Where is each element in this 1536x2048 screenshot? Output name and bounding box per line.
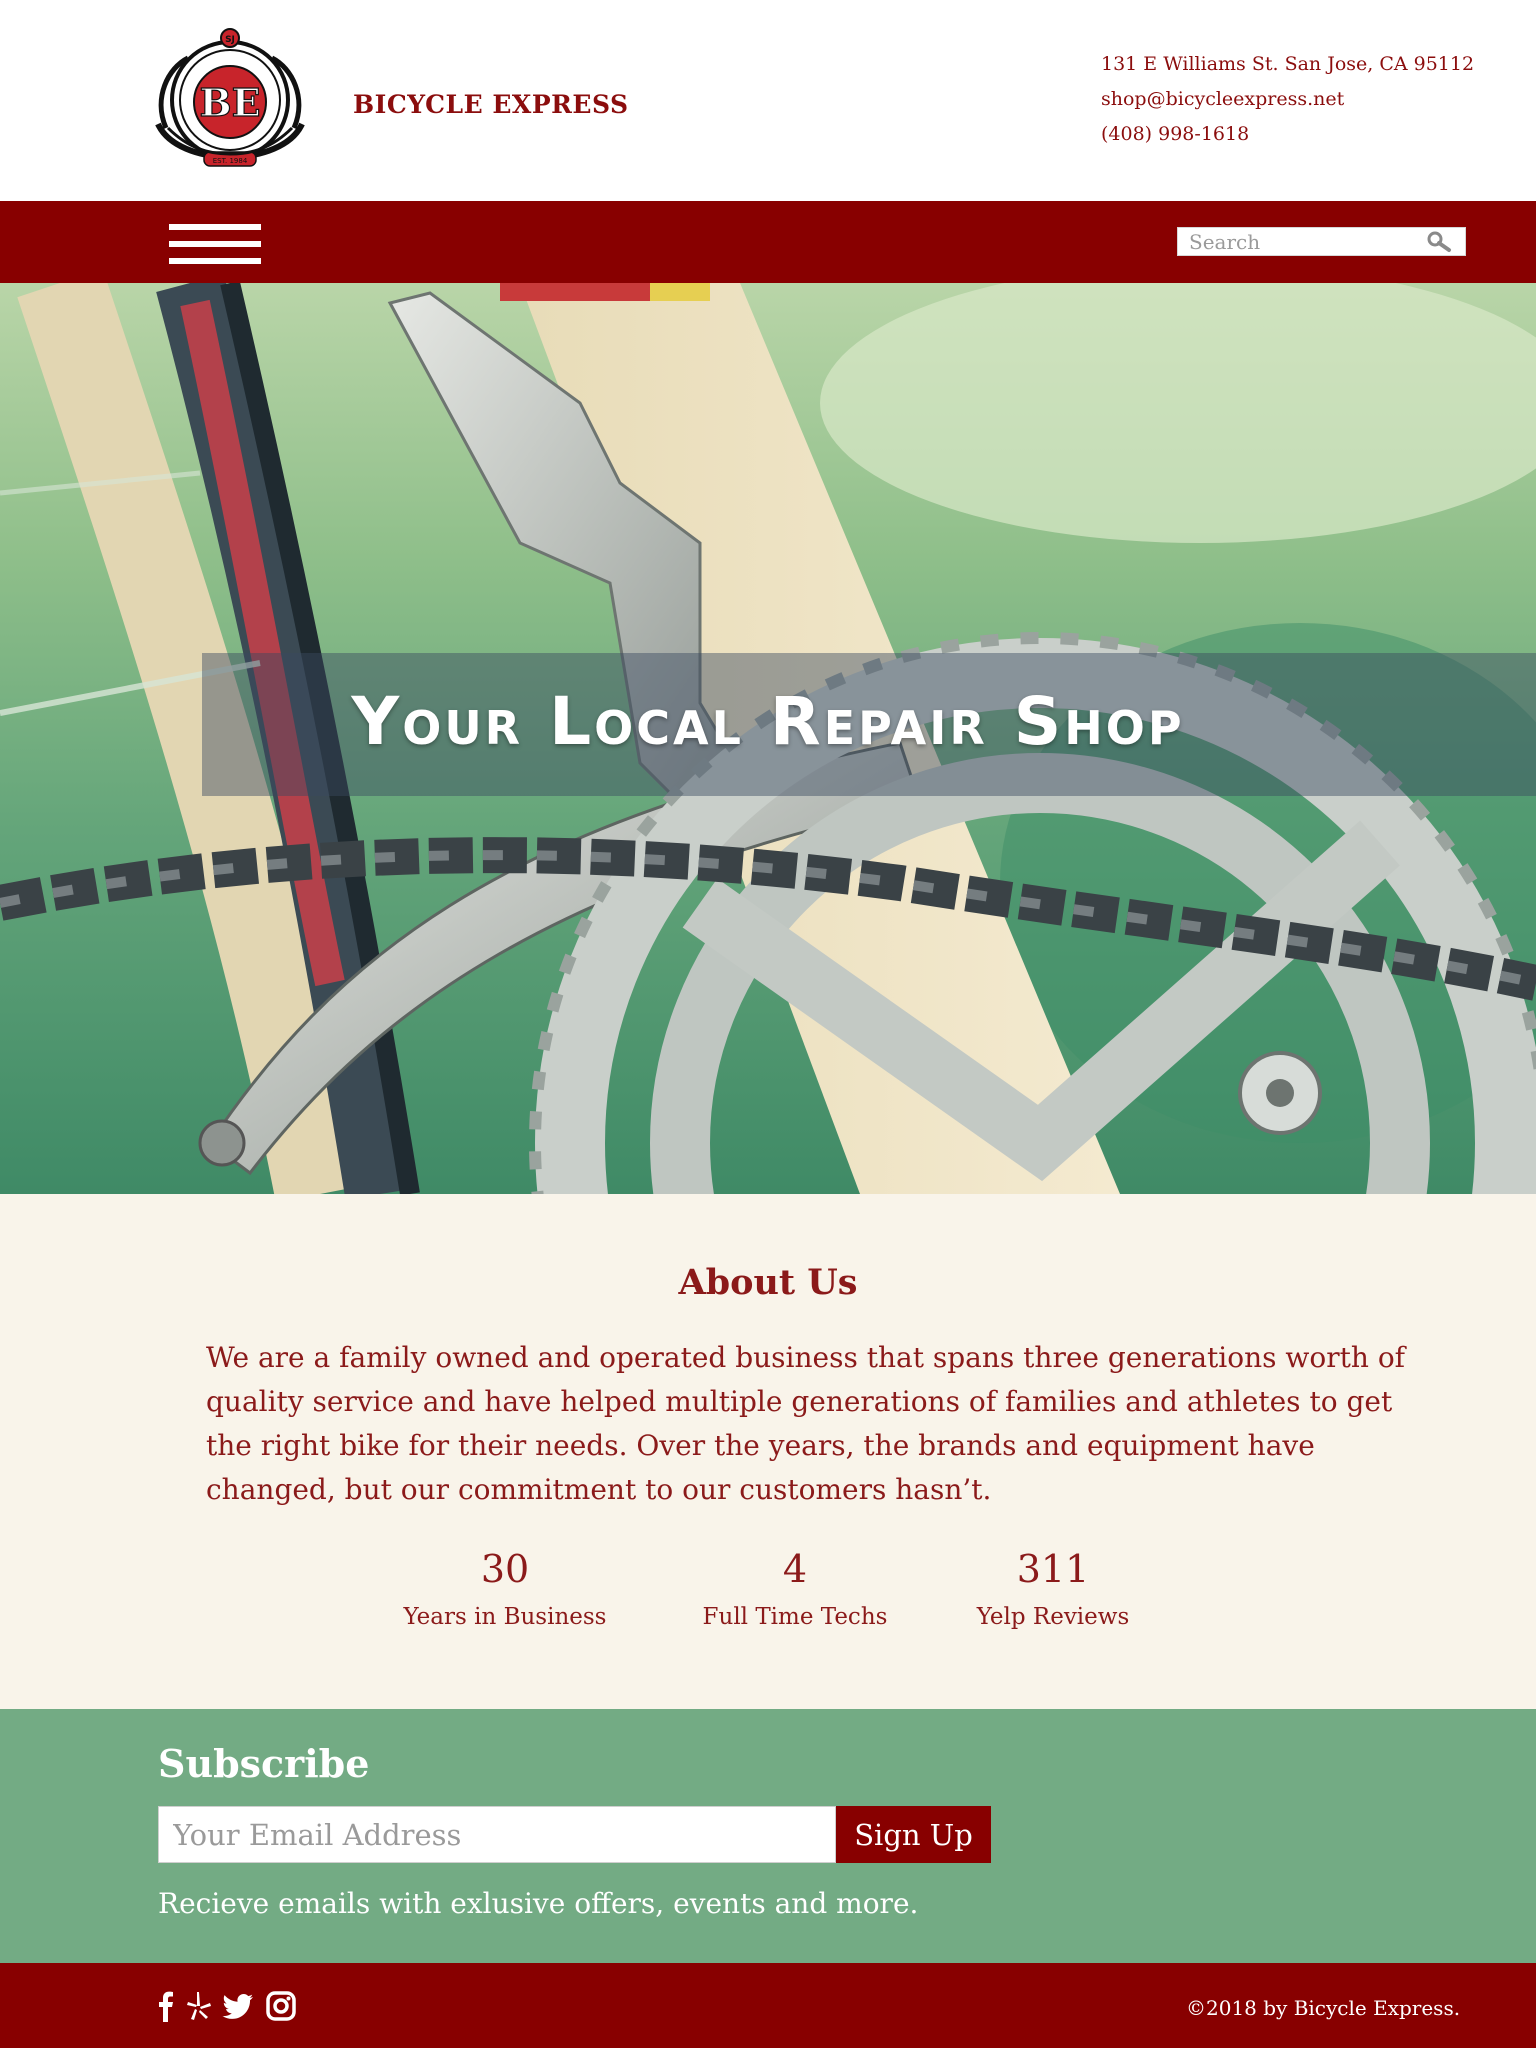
hamburger-menu-icon[interactable] (169, 221, 261, 265)
stat-reviews: 311 Yelp Reviews (943, 1546, 1163, 1630)
stat-value: 311 (1016, 1547, 1090, 1591)
nav-bar (0, 201, 1536, 283)
svg-text:SJ: SJ (225, 35, 235, 45)
hero-title: Your Local Repair Shop (351, 683, 1185, 760)
stat-label: Full Time Techs (702, 1604, 888, 1630)
stat-label: Yelp Reviews (976, 1604, 1130, 1630)
subscribe-title: Subscribe (158, 1741, 370, 1786)
stat-label: Years in Business (403, 1604, 607, 1630)
stat-value: 30 (480, 1547, 530, 1591)
sign-up-button[interactable]: Sign Up (836, 1806, 991, 1863)
address-text: 131 E Williams St. San Jose, CA 95112 (1101, 53, 1475, 75)
about-text: We are a family owned and operated busin… (206, 1341, 1406, 1506)
brand-name[interactable]: BICYCLE EXPRESS (353, 90, 629, 119)
twitter-icon[interactable] (222, 1990, 254, 2022)
site-header: SJ BE EST. 1984 BICYCLE EXPRESS 131 E Wi… (0, 0, 1536, 201)
hero-banner: Your Local Repair Shop (0, 283, 1536, 1194)
facebook-icon[interactable] (158, 1990, 174, 2022)
subscribe-section: Subscribe Sign Up Recieve emails with ex… (0, 1709, 1536, 1963)
search-input[interactable] (1178, 228, 1418, 255)
svg-text:BE: BE (199, 80, 260, 125)
search-icon[interactable] (1425, 231, 1455, 253)
yelp-icon[interactable] (186, 1990, 212, 2022)
about-section: About Us We are a family owned and opera… (0, 1194, 1536, 1709)
site-footer: ©2018 by Bicycle Express. (0, 1963, 1536, 2048)
stat-years: 30 Years in Business (395, 1546, 615, 1630)
email-link[interactable]: shop@bicycleexpress.net (1101, 82, 1474, 117)
instagram-icon[interactable] (266, 1990, 296, 2022)
stat-value: 4 (782, 1547, 808, 1591)
svg-text:EST. 1984: EST. 1984 (213, 157, 248, 165)
about-title: About Us (678, 1262, 858, 1303)
contact-info: 131 E Williams St. San Jose, CA 95112 sh… (1101, 47, 1474, 152)
phone-link[interactable]: (408) 998-1618 (1101, 117, 1474, 152)
copyright-text: ©2018 by Bicycle Express. (1186, 1996, 1461, 2020)
email-field[interactable] (158, 1806, 836, 1863)
search-box (1177, 227, 1466, 256)
bicycle-express-logo[interactable]: SJ BE EST. 1984 (148, 28, 312, 176)
stat-techs: 4 Full Time Techs (685, 1546, 905, 1630)
subscribe-description: Recieve emails with exlusive offers, eve… (158, 1887, 919, 1920)
